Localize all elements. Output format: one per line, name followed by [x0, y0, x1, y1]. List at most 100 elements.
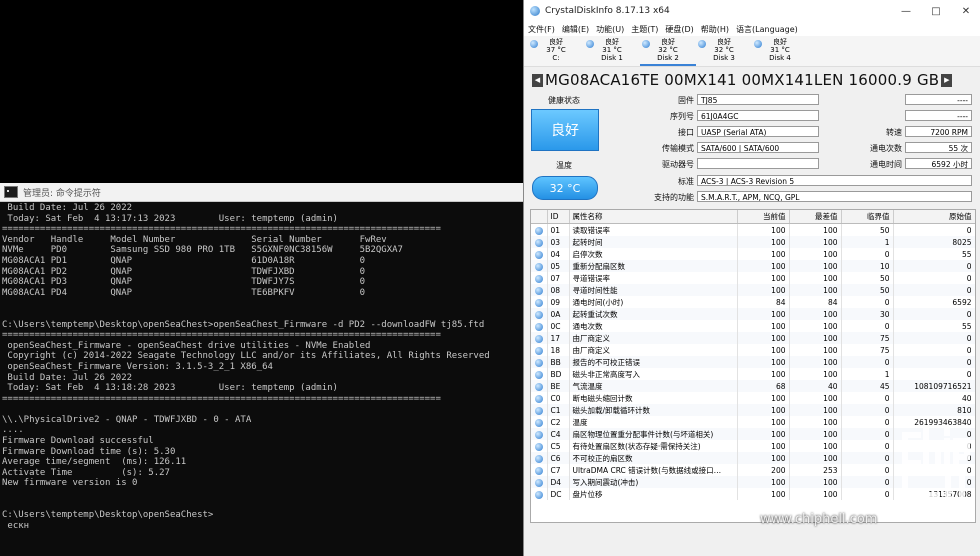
attr-name: 由厂商定义	[569, 332, 738, 344]
table-row[interactable]: BE 气流温度 68 40 45 108109716521	[531, 380, 975, 392]
maximize-button[interactable]: □	[921, 0, 951, 22]
col-id[interactable]: ID	[547, 210, 570, 224]
status-dot-icon	[534, 466, 543, 475]
attr-id: 04	[547, 248, 570, 260]
col-current[interactable]: 当前值	[737, 210, 790, 224]
attr-threshold: 0	[841, 248, 894, 260]
status-dot-icon	[534, 298, 543, 307]
smart-table[interactable]: ID 属性名称 当前值 最差值 临界值 原始值 01 读取错误率 100 100 50 0…	[530, 209, 976, 523]
table-row[interactable]: BD 磁头非正常高度写入 100 100 1 0	[531, 368, 975, 380]
minimize-button[interactable]: —	[891, 0, 921, 22]
menu-function[interactable]: 功能(U)	[596, 24, 624, 35]
status-cell	[531, 272, 548, 284]
menu-edit[interactable]: 编辑(E)	[562, 24, 589, 35]
attr-id: 08	[547, 284, 570, 296]
crystaldiskinfo-icon	[530, 6, 540, 16]
health-status-button[interactable]: 良好	[531, 109, 599, 151]
col-raw[interactable]: 原始值	[893, 210, 975, 224]
attr-worst: 100	[789, 452, 842, 464]
col-attribute[interactable]: 属性名称	[569, 210, 738, 224]
close-button[interactable]: ✕	[951, 0, 980, 22]
table-row[interactable]: BB 报告的不可校正错误 100 100 0 0	[531, 356, 975, 368]
attr-raw: 0	[893, 356, 975, 368]
table-row[interactable]: C6 不可校正的扇区数 100 100 0 0	[531, 452, 975, 464]
status-cell	[531, 332, 548, 344]
menu-disk[interactable]: 硬盘(D)	[665, 24, 693, 35]
attr-id: 0A	[547, 308, 570, 320]
status-dot-icon	[534, 274, 543, 283]
attr-raw: 55	[893, 248, 975, 260]
attr-raw: 0	[893, 272, 975, 284]
table-row[interactable]: C5 有待处置扇区数(状态存疑·需保持关注) 100 100 0 0	[531, 440, 975, 452]
table-row[interactable]: C4 扇区物理位置重分配事件计数(与坏道相关) 100 100 0 0	[531, 428, 975, 440]
attr-raw: 0	[893, 332, 975, 344]
extra-field-2: ----	[905, 110, 972, 121]
attr-threshold: 0	[841, 296, 894, 308]
attr-id: 01	[547, 223, 570, 236]
cdi-titlebar[interactable]: CrystalDiskInfo 8.17.13 x64 — □ ✕	[524, 0, 980, 22]
attr-current: 100	[737, 476, 790, 488]
menu-help[interactable]: 帮助(H)	[701, 24, 729, 35]
table-row[interactable]: C2 温度 100 100 0 261993463840	[531, 416, 975, 428]
col-threshold[interactable]: 临界值	[841, 210, 894, 224]
table-row[interactable]: 18 由厂商定义 100 100 75 0	[531, 344, 975, 356]
disk-tab-3[interactable]: 良好 32 °C Disk 3	[696, 36, 752, 66]
attr-threshold: 30	[841, 308, 894, 320]
disk-tab-2[interactable]: 良好 32 °C Disk 2	[640, 36, 696, 66]
attr-name: 由厂商定义	[569, 344, 738, 356]
previous-disk-button[interactable]: ◀	[532, 73, 543, 87]
status-cell	[531, 320, 548, 332]
attr-worst: 100	[789, 440, 842, 452]
attr-id: C0	[547, 392, 570, 404]
disk-tab-c[interactable]: 良好 37 °C C:	[528, 36, 584, 66]
attr-raw: 0	[893, 368, 975, 380]
next-disk-button[interactable]: ▶	[941, 73, 953, 87]
transfer-mode-label: 传输模式	[662, 144, 694, 153]
console-output[interactable]: Build Date: Jul 26 2022 Today: Sat Feb 4…	[0, 202, 523, 531]
table-row[interactable]: 0C 通电次数 100 100 0 55	[531, 320, 975, 332]
serial-field: 61J0A4GC	[697, 110, 819, 121]
col-status[interactable]	[531, 210, 548, 224]
table-row[interactable]: DC 盘片位移 100 100 0 131357008	[531, 488, 975, 500]
crystaldiskinfo-window[interactable]: CrystalDiskInfo 8.17.13 x64 — □ ✕ 文件(F) …	[523, 0, 980, 556]
attr-threshold: 45	[841, 380, 894, 392]
table-row[interactable]: C7 UltraDMA CRC 错误计数(与数据线或接口… 200 253 0 0	[531, 464, 975, 476]
table-row[interactable]: 04 启停次数 100 100 0 55	[531, 248, 975, 260]
disk-tab-4[interactable]: 良好 31 °C Disk 4	[752, 36, 808, 66]
console-window[interactable]: 管理员: 命令提示符 Build Date: Jul 26 2022 Today…	[0, 183, 523, 556]
disk-tab-1[interactable]: 良好 31 °C Disk 1	[584, 36, 640, 66]
table-row[interactable]: D4 写入期间震动(冲击) 100 100 0 0	[531, 476, 975, 488]
status-cell	[531, 428, 548, 440]
col-worst[interactable]: 最差值	[789, 210, 842, 224]
status-dot-icon	[534, 322, 543, 331]
status-cell	[531, 248, 548, 260]
attr-raw: 261993463840	[893, 416, 975, 428]
status-dot-icon	[534, 262, 543, 271]
console-titlebar[interactable]: 管理员: 命令提示符	[0, 183, 523, 202]
menu-theme[interactable]: 主题(T)	[631, 24, 658, 35]
attr-id: C6	[547, 452, 570, 464]
table-row[interactable]: 17 由厂商定义 100 100 75 0	[531, 332, 975, 344]
table-row[interactable]: 01 读取错误率 100 100 50 0	[531, 223, 975, 236]
status-dot-icon	[534, 406, 543, 415]
table-row[interactable]: C0 断电磁头缩回计数 100 100 0 40	[531, 392, 975, 404]
table-row[interactable]: 07 寻道错误率 100 100 50 0	[531, 272, 975, 284]
table-row[interactable]: 08 寻道时间性能 100 100 50 0	[531, 284, 975, 296]
attr-current: 100	[737, 272, 790, 284]
attr-current: 100	[737, 488, 790, 500]
table-row[interactable]: 0A 起转重试次数 100 100 30 0	[531, 308, 975, 320]
table-row[interactable]: 09 通电时间(小时) 84 84 0 6592	[531, 296, 975, 308]
menu-language[interactable]: 语言(Language)	[736, 24, 798, 35]
attr-id: 07	[547, 272, 570, 284]
attr-worst: 84	[789, 296, 842, 308]
attr-id: C2	[547, 416, 570, 428]
table-row[interactable]: C1 磁头加载/卸载循环计数 100 100 0 810	[531, 404, 975, 416]
firmware-field: TJ85	[697, 94, 819, 105]
table-row[interactable]: 05 重新分配扇区数 100 100 10 0	[531, 260, 975, 272]
temperature-value: 32 °C	[532, 176, 598, 200]
menu-file[interactable]: 文件(F)	[528, 24, 555, 35]
attr-raw: 0	[893, 223, 975, 236]
attr-worst: 100	[789, 284, 842, 296]
attr-threshold: 0	[841, 476, 894, 488]
table-row[interactable]: 03 起转时间 100 100 1 8025	[531, 236, 975, 248]
